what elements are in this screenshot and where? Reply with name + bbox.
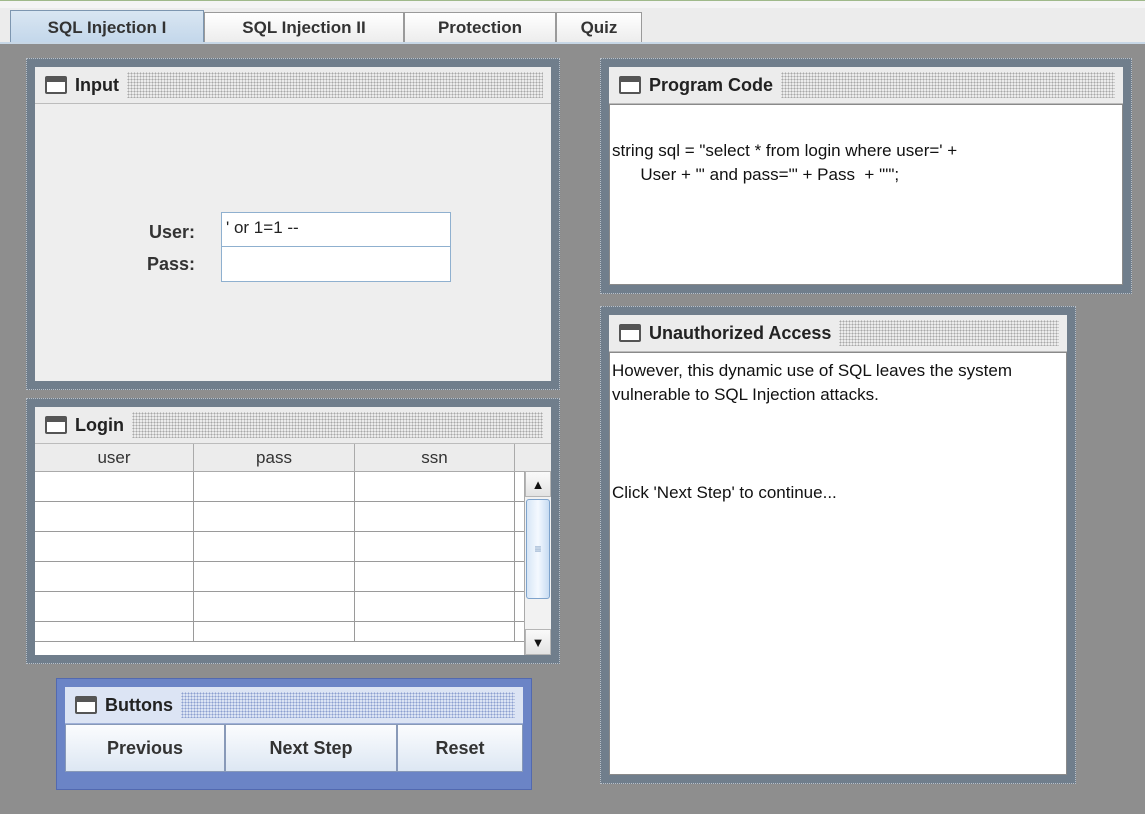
login-table-header: user pass ssn: [35, 444, 551, 472]
unauthorized-access-content: However, this dynamic use of SQL leaves …: [609, 352, 1067, 775]
column-header-pass[interactable]: pass: [194, 444, 355, 471]
continue-message: Click 'Next Step' to continue...: [612, 483, 837, 502]
window-icon: [619, 324, 641, 342]
header-filler: [515, 444, 551, 471]
application-window: SQL Injection I SQL Injection II Protect…: [0, 0, 1145, 814]
table-row[interactable]: [35, 502, 526, 532]
buttons-frame-titlebar[interactable]: Buttons: [65, 687, 523, 724]
table-cell[interactable]: [35, 532, 194, 561]
table-cell[interactable]: [194, 592, 355, 621]
program-code-titlebar[interactable]: Program Code: [609, 67, 1123, 104]
titlebar-grip: [180, 692, 515, 718]
user-field[interactable]: ' or 1=1 --: [221, 212, 451, 248]
login-frame-title: Login: [75, 414, 124, 435]
table-cell[interactable]: [194, 562, 355, 591]
input-frame-titlebar[interactable]: Input: [35, 67, 551, 104]
table-cell[interactable]: [194, 472, 355, 501]
table-row[interactable]: [35, 592, 526, 622]
window-icon: [75, 696, 97, 714]
program-code-frame: Program Code string sql = "select * from…: [600, 58, 1132, 294]
access-message: However, this dynamic use of SQL leaves …: [612, 361, 1012, 404]
table-row[interactable]: [35, 472, 526, 502]
table-row[interactable]: [35, 622, 526, 642]
table-cell[interactable]: [35, 592, 194, 621]
table-cell[interactable]: [355, 502, 515, 531]
login-frame-titlebar[interactable]: Login: [35, 407, 551, 444]
login-table-container: user pass ssn ▲ ≡ ▼: [35, 444, 551, 655]
code-line-2: User + "' and pass='" + Pass + "'";: [612, 165, 900, 184]
window-icon: [45, 416, 67, 434]
input-frame-title: Input: [75, 74, 119, 95]
scroll-down-icon[interactable]: ▼: [525, 629, 551, 655]
tab-sql-injection-2[interactable]: SQL Injection II: [204, 12, 404, 43]
table-cell[interactable]: [355, 592, 515, 621]
program-code-title: Program Code: [649, 74, 774, 95]
titlebar-grip: [126, 72, 543, 98]
table-cell[interactable]: [35, 562, 194, 591]
code-line-1: string sql = "select * from login where …: [612, 141, 958, 160]
pass-field[interactable]: [221, 246, 451, 282]
menu-divider: [0, 0, 1145, 8]
tab-strip: SQL Injection I SQL Injection II Protect…: [0, 0, 1145, 44]
titlebar-grip: [839, 320, 1059, 346]
table-row[interactable]: [35, 562, 526, 592]
titlebar-grip: [131, 412, 543, 438]
table-cell[interactable]: [194, 532, 355, 561]
table-scrollbar[interactable]: ▲ ≡ ▼: [524, 471, 551, 655]
tab-sql-injection-1[interactable]: SQL Injection I: [10, 10, 204, 44]
table-cell[interactable]: [355, 532, 515, 561]
table-cell[interactable]: [35, 472, 194, 501]
login-frame: Login user pass ssn ▲ ≡ ▼: [26, 398, 560, 664]
column-header-ssn[interactable]: ssn: [355, 444, 515, 471]
reset-button[interactable]: Reset: [397, 724, 523, 772]
pass-label: Pass:: [146, 254, 195, 274]
table-row[interactable]: [35, 532, 526, 562]
titlebar-grip: [781, 72, 1115, 98]
user-label: User:: [148, 222, 195, 242]
input-frame: Input User: ' or 1=1 -- Pass:: [26, 58, 560, 390]
table-cell[interactable]: [355, 562, 515, 591]
buttons-frame: Buttons Previous Next Step Reset: [56, 678, 532, 790]
tab-baseline: [0, 42, 1145, 44]
column-header-user[interactable]: user: [35, 444, 194, 471]
window-icon: [45, 76, 67, 94]
table-cell[interactable]: [194, 502, 355, 531]
unauthorized-access-frame: Unauthorized Access However, this dynami…: [600, 306, 1076, 784]
table-cell[interactable]: [355, 472, 515, 501]
buttons-frame-title: Buttons: [105, 694, 173, 715]
table-cell[interactable]: [355, 622, 515, 641]
table-cell[interactable]: [35, 622, 194, 641]
tab-quiz[interactable]: Quiz: [556, 12, 642, 43]
program-code-content: string sql = "select * from login where …: [609, 104, 1123, 285]
table-cell[interactable]: [35, 502, 194, 531]
unauthorized-access-title: Unauthorized Access: [649, 322, 832, 343]
window-icon: [619, 76, 641, 94]
scroll-thumb[interactable]: ≡: [526, 499, 550, 599]
scroll-up-icon[interactable]: ▲: [525, 471, 551, 497]
table-cell[interactable]: [194, 622, 355, 641]
unauthorized-access-titlebar[interactable]: Unauthorized Access: [609, 315, 1067, 352]
next-step-button[interactable]: Next Step: [225, 724, 397, 772]
login-table: user pass ssn ▲ ≡ ▼: [35, 444, 551, 655]
tab-protection[interactable]: Protection: [404, 12, 556, 43]
previous-button[interactable]: Previous: [65, 724, 225, 772]
input-frame-content: User: ' or 1=1 -- Pass:: [35, 104, 551, 381]
